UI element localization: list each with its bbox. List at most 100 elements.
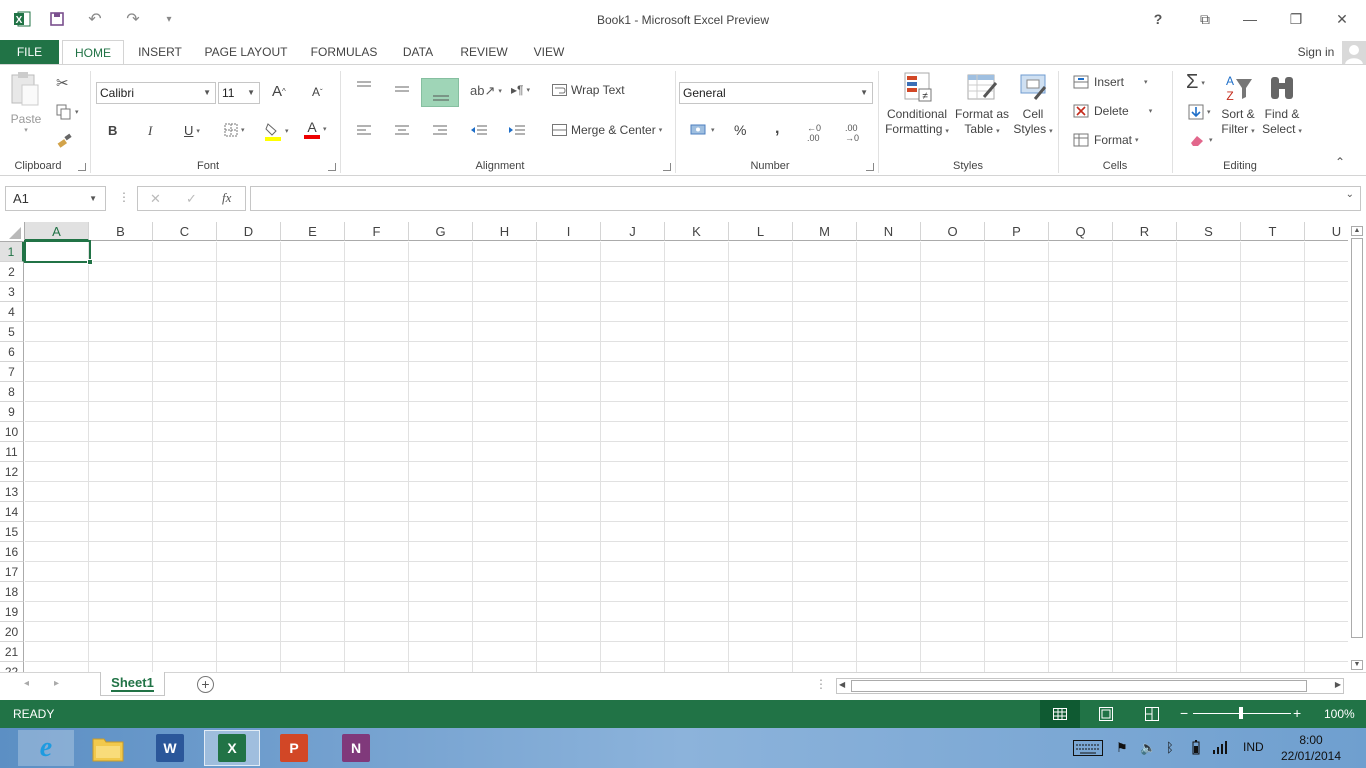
taskbar-word[interactable]: W bbox=[142, 730, 198, 766]
column-header[interactable]: B bbox=[89, 222, 153, 241]
merge-center-button[interactable]: Merge & Center ▾ bbox=[552, 123, 662, 137]
scroll-right-icon[interactable]: ▶ bbox=[1335, 680, 1341, 689]
column-header[interactable]: K bbox=[665, 222, 729, 241]
font-launcher-icon[interactable] bbox=[328, 163, 336, 171]
row-header[interactable]: 9 bbox=[0, 402, 24, 422]
column-header[interactable]: R bbox=[1113, 222, 1177, 241]
volume-icon[interactable]: 🔈 bbox=[1140, 740, 1156, 756]
decrease-decimal-icon[interactable]: .00 →0 bbox=[845, 123, 859, 143]
tab-review[interactable]: REVIEW bbox=[454, 40, 514, 65]
row-header[interactable]: 1 bbox=[0, 242, 24, 262]
percent-style-button[interactable]: % bbox=[734, 122, 746, 138]
enter-icon[interactable]: ✓ bbox=[186, 191, 197, 207]
active-cell-selection[interactable] bbox=[24, 240, 91, 263]
zoom-level[interactable]: 100% bbox=[1324, 707, 1355, 721]
page-layout-view-button[interactable] bbox=[1099, 707, 1113, 724]
row-header[interactable]: 2 bbox=[0, 262, 24, 282]
bluetooth-icon[interactable]: ᛒ bbox=[1166, 740, 1174, 755]
decrease-font-size-icon[interactable]: Aˇ bbox=[312, 85, 323, 99]
column-header[interactable]: J bbox=[601, 222, 665, 241]
tab-insert[interactable]: INSERT bbox=[130, 40, 190, 65]
font-size-select[interactable]: 11 ▼ bbox=[218, 82, 260, 104]
column-header[interactable]: H bbox=[473, 222, 537, 241]
action-center-flag-icon[interactable]: ⚑ bbox=[1116, 740, 1128, 756]
row-header[interactable]: 8 bbox=[0, 382, 24, 402]
column-header[interactable]: U bbox=[1305, 222, 1348, 241]
scroll-sheets-left-icon[interactable]: ◂ bbox=[24, 678, 29, 689]
scroll-left-icon[interactable]: ◀ bbox=[839, 680, 845, 689]
insert-cells-button[interactable]: Insert ▾ bbox=[1073, 75, 1148, 89]
row-header[interactable]: 22 bbox=[0, 662, 24, 672]
tab-splitter-icon[interactable]: ⋮ bbox=[815, 677, 827, 691]
zoom-slider-thumb[interactable] bbox=[1239, 707, 1243, 719]
row-header[interactable]: 15 bbox=[0, 522, 24, 542]
new-sheet-icon[interactable]: + bbox=[197, 676, 214, 693]
taskbar-powerpoint[interactable]: P bbox=[266, 730, 322, 766]
clear-button[interactable]: ▾ bbox=[1188, 133, 1213, 147]
number-launcher-icon[interactable] bbox=[866, 163, 874, 171]
bottom-align-button[interactable] bbox=[421, 78, 459, 107]
conditional-formatting-button[interactable]: ≠ Conditional Formatting ▾ bbox=[882, 71, 952, 151]
column-header[interactable]: I bbox=[537, 222, 601, 241]
help-button[interactable]: ? bbox=[1138, 6, 1178, 32]
normal-view-button[interactable] bbox=[1040, 700, 1080, 728]
expand-formula-bar-icon[interactable]: ⌄ bbox=[1346, 189, 1354, 200]
bold-button[interactable]: B bbox=[108, 123, 117, 138]
close-button[interactable]: ✕ bbox=[1322, 6, 1362, 32]
fill-handle[interactable] bbox=[87, 259, 93, 265]
column-header[interactable]: P bbox=[985, 222, 1049, 241]
column-header[interactable]: F bbox=[345, 222, 409, 241]
middle-align-icon[interactable] bbox=[394, 83, 410, 97]
row-header[interactable]: 13 bbox=[0, 482, 24, 502]
restore-button[interactable]: ❐ bbox=[1276, 6, 1316, 32]
sheet-tab-sheet1[interactable]: Sheet1 bbox=[100, 672, 165, 696]
number-format-select[interactable]: General ▼ bbox=[679, 82, 873, 104]
tab-home[interactable]: HOME bbox=[62, 40, 124, 66]
tab-view[interactable]: VIEW bbox=[524, 40, 574, 65]
zoom-out-icon[interactable]: − bbox=[1180, 705, 1188, 721]
taskbar-onenote[interactable]: N bbox=[328, 730, 384, 766]
vertical-scrollbar[interactable]: ▲ ▼ bbox=[1348, 222, 1366, 672]
align-left-icon[interactable] bbox=[356, 123, 372, 137]
tab-data[interactable]: DATA bbox=[393, 40, 443, 65]
select-all-corner[interactable] bbox=[0, 222, 25, 242]
format-painter-icon[interactable] bbox=[56, 131, 76, 151]
formula-input[interactable]: ⌄ bbox=[250, 186, 1361, 211]
accounting-format-icon[interactable]: ▾ bbox=[690, 123, 715, 137]
row-header[interactable]: 20 bbox=[0, 622, 24, 642]
minimize-button[interactable]: — bbox=[1230, 6, 1270, 32]
scroll-up-icon[interactable]: ▲ bbox=[1351, 226, 1363, 236]
comma-style-button[interactable]: , bbox=[775, 120, 779, 138]
ribbon-display-options-icon[interactable]: ⧉ bbox=[1185, 6, 1225, 32]
format-as-table-button[interactable]: Format as Table ▾ bbox=[952, 71, 1012, 151]
increase-indent-icon[interactable] bbox=[508, 123, 526, 137]
row-header[interactable]: 21 bbox=[0, 642, 24, 662]
horizontal-scroll-thumb[interactable] bbox=[851, 680, 1307, 692]
increase-font-size-icon[interactable]: A ^ bbox=[272, 83, 286, 100]
clock[interactable]: 8:00 22/01/2014 bbox=[1278, 732, 1344, 764]
row-header[interactable]: 18 bbox=[0, 582, 24, 602]
input-language[interactable]: IND bbox=[1243, 740, 1264, 754]
borders-button[interactable]: ▾ bbox=[224, 123, 245, 137]
scroll-down-icon[interactable]: ▼ bbox=[1351, 660, 1363, 670]
align-center-icon[interactable] bbox=[394, 123, 410, 137]
row-header[interactable]: 17 bbox=[0, 562, 24, 582]
row-header[interactable]: 3 bbox=[0, 282, 24, 302]
column-header[interactable]: S bbox=[1177, 222, 1241, 241]
avatar[interactable] bbox=[1342, 41, 1366, 65]
row-header[interactable]: 11 bbox=[0, 442, 24, 462]
column-header[interactable]: Q bbox=[1049, 222, 1113, 241]
insert-function-button[interactable]: fx bbox=[222, 190, 231, 206]
column-header[interactable]: D bbox=[217, 222, 281, 241]
cell-styles-button[interactable]: Cell Styles ▾ bbox=[1012, 71, 1054, 151]
clipboard-launcher-icon[interactable] bbox=[78, 163, 86, 171]
orientation-icon[interactable]: ab↗ ▾ bbox=[470, 83, 502, 99]
horizontal-scrollbar[interactable]: ◀ ▶ bbox=[836, 678, 1344, 694]
fill-button[interactable]: ▾ bbox=[1188, 104, 1211, 120]
battery-icon[interactable] bbox=[1192, 740, 1200, 758]
font-color-button[interactable]: A ▾ bbox=[304, 119, 327, 139]
column-header[interactable]: L bbox=[729, 222, 793, 241]
tab-page-layout[interactable]: PAGE LAYOUT bbox=[198, 40, 294, 65]
column-header[interactable]: A bbox=[25, 222, 89, 241]
align-right-icon[interactable] bbox=[432, 123, 448, 137]
